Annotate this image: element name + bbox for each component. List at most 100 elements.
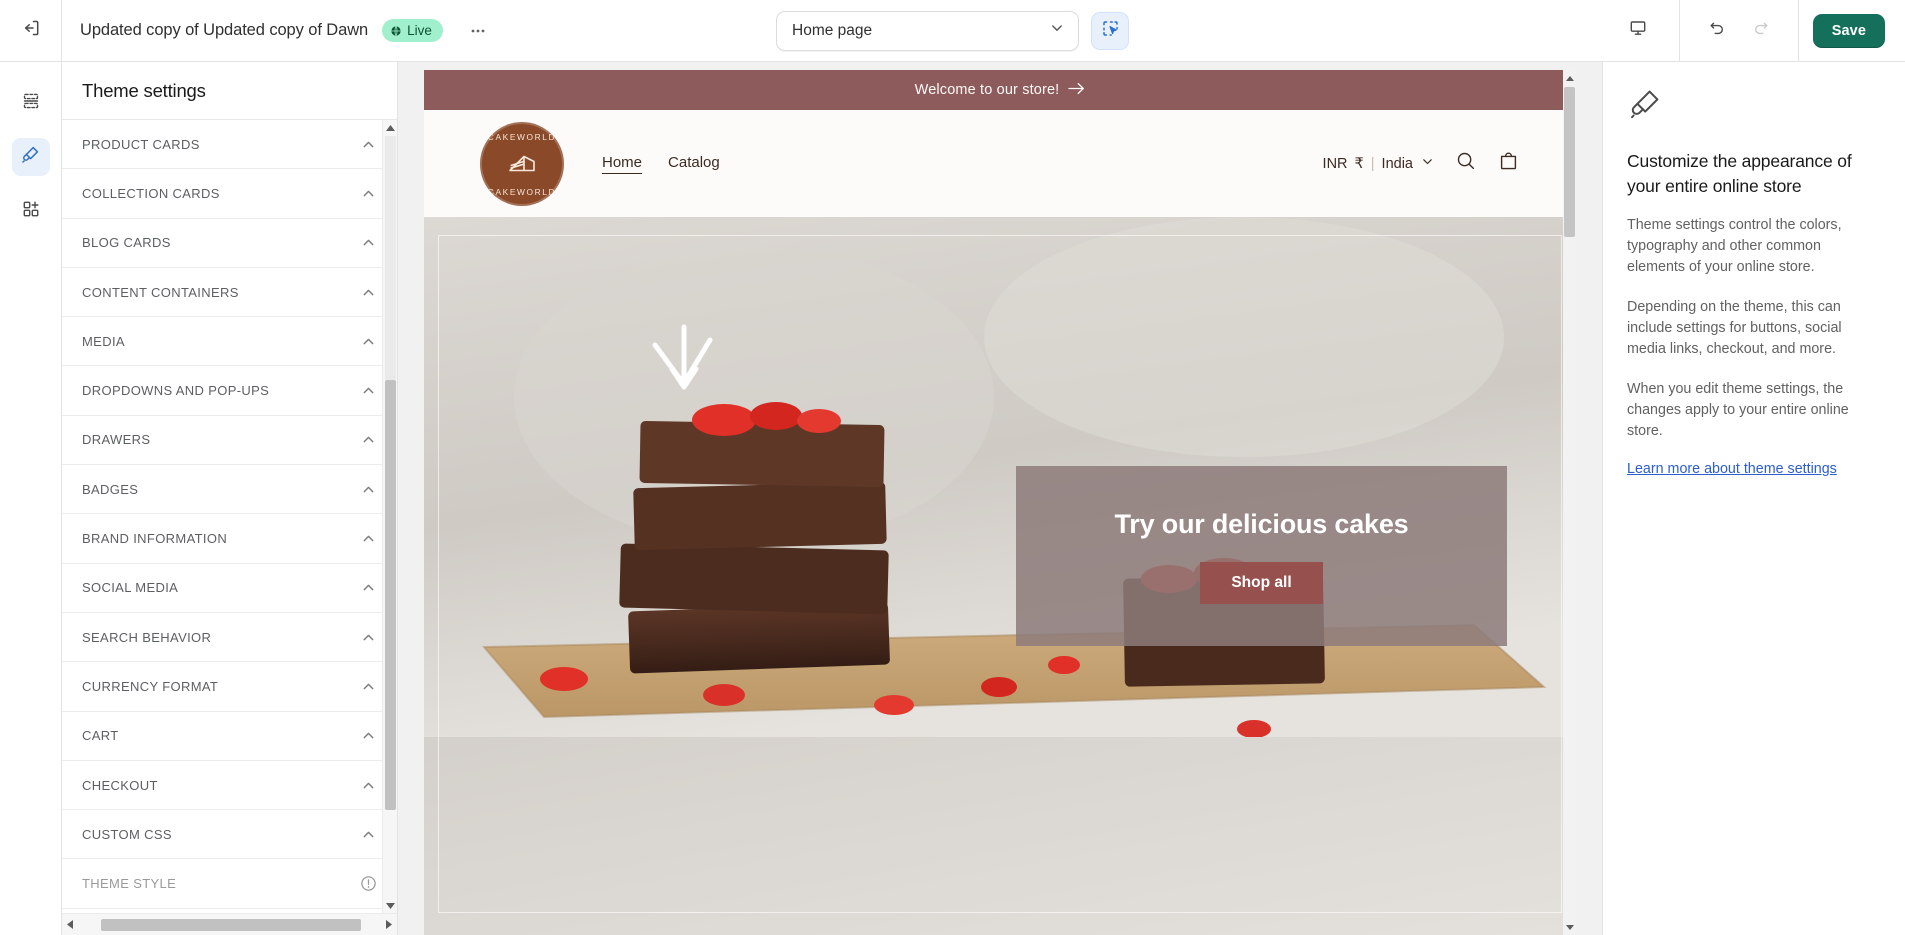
chevron-up-icon <box>360 777 377 794</box>
store-preview-area: Welcome to our store! CAKEWORLD CAKEWORL… <box>398 62 1602 935</box>
desktop-preview-button[interactable] <box>1619 14 1657 48</box>
inspector-select-button[interactable] <box>1091 11 1129 50</box>
settings-horizontal-scrollbar[interactable] <box>62 913 397 935</box>
rail-item-apps[interactable] <box>12 192 50 230</box>
preview-vertical-scrollbar[interactable] <box>1563 70 1576 935</box>
chevron-up-icon <box>360 382 377 399</box>
settings-hscroll-thumb[interactable] <box>101 918 361 931</box>
settings-hscroll-track[interactable] <box>79 914 380 935</box>
settings-row-label: BLOG CARDS <box>82 235 171 251</box>
paintbrush-icon <box>1627 86 1881 127</box>
info-panel-paragraph-2: Depending on the theme, this can include… <box>1627 299 1842 357</box>
settings-row-badges[interactable]: BADGES <box>62 465 397 515</box>
settings-row-label: DRAWERS <box>82 432 151 448</box>
settings-row-theme-style[interactable]: THEME STYLE <box>62 859 397 909</box>
page-title: Theme settings <box>82 79 206 101</box>
settings-row-label: THEME STYLE <box>82 876 177 892</box>
settings-row-social-media[interactable]: SOCIAL MEDIA <box>62 563 397 613</box>
preview-scroll-thumb[interactable] <box>1564 87 1575 237</box>
announcement-bar[interactable]: Welcome to our store! <box>424 70 1576 110</box>
undo-button[interactable] <box>1698 14 1736 48</box>
theme-settings-list[interactable]: PRODUCT CARDS COLLECTION CARDS BLOG CARDS C… <box>62 120 397 935</box>
settings-row-label: SEARCH BEHAVIOR <box>82 629 212 645</box>
cake-slice-icon <box>505 150 539 178</box>
logo-text-bottom: CAKEWORLD <box>487 186 557 197</box>
history-group <box>1680 14 1798 48</box>
settings-row-label: PRODUCT CARDS <box>82 136 200 152</box>
settings-row-collection-cards[interactable]: COLLECTION CARDS <box>62 169 397 219</box>
settings-row-product-cards[interactable]: PRODUCT CARDS <box>62 120 397 170</box>
settings-row-label: CONTENT CONTAINERS <box>82 284 239 300</box>
settings-vertical-scrollbar[interactable] <box>382 120 397 913</box>
settings-row-brand-information[interactable]: BRAND INFORMATION <box>62 514 397 564</box>
chevron-up-icon <box>360 530 377 547</box>
info-circle-icon[interactable] <box>360 875 377 892</box>
rail-item-sections[interactable] <box>12 84 50 122</box>
cart-button[interactable] <box>1497 150 1520 178</box>
redo-button[interactable] <box>1742 14 1780 48</box>
nav-link-home[interactable]: Home <box>602 154 643 174</box>
chevron-up-icon <box>360 234 377 251</box>
settings-row-label: BADGES <box>82 481 139 497</box>
save-button-wrap: Save <box>1799 13 1905 48</box>
chevron-up-icon <box>360 579 377 596</box>
settings-row-currency-format[interactable]: CURRENCY FORMAT <box>62 662 397 712</box>
currency-selector[interactable]: INR ₹ | India <box>1323 154 1435 173</box>
preview-scroll-down-arrow[interactable] <box>1563 920 1576 933</box>
editor-body: Theme settings PRODUCT CARDS COLLECTION C… <box>0 62 1905 935</box>
scroll-up-arrow[interactable] <box>383 120 398 136</box>
sections-icon <box>21 91 41 116</box>
scroll-right-arrow[interactable] <box>380 914 397 935</box>
announcement-text: Welcome to our store! <box>914 82 1060 98</box>
preview-scroll-up-arrow[interactable] <box>1563 72 1576 85</box>
cakeworld-logo[interactable]: CAKEWORLD CAKEWORLD <box>480 121 564 206</box>
apps-add-icon <box>21 199 41 224</box>
status-badge: Live <box>382 19 443 42</box>
theme-settings-header: Theme settings <box>62 62 397 120</box>
store-preview-frame[interactable]: Welcome to our store! CAKEWORLD CAKEWORL… <box>424 70 1576 935</box>
exit-icon <box>21 18 41 43</box>
chevron-up-icon <box>360 185 377 202</box>
top-bar-right: Save <box>1597 0 1905 61</box>
exit-editor-button[interactable] <box>0 0 62 61</box>
learn-more-link[interactable]: Learn more about theme settings <box>1627 461 1881 477</box>
rail-item-theme-settings[interactable] <box>11 138 50 176</box>
settings-row-label: CHECKOUT <box>82 777 158 793</box>
settings-row-search-behavior[interactable]: SEARCH BEHAVIOR <box>62 612 397 663</box>
chevron-up-icon <box>360 727 377 744</box>
inspector-select-icon <box>1101 19 1120 43</box>
ellipsis-icon <box>471 29 485 32</box>
arrow-right-icon <box>1068 82 1085 99</box>
chevron-down-icon <box>1048 19 1066 42</box>
theme-more-actions-button[interactable] <box>461 16 495 46</box>
nav-link-catalog[interactable]: Catalog <box>668 154 720 174</box>
settings-row-blog-cards[interactable]: BLOG CARDS <box>62 218 397 268</box>
hero-overlay-card: Try our delicious cakes Shop all <box>1016 466 1507 646</box>
settings-row-label: COLLECTION CARDS <box>82 185 220 201</box>
settings-scroll-thumb[interactable] <box>385 380 396 810</box>
settings-row-drawers[interactable]: DRAWERS <box>62 415 397 466</box>
info-panel-paragraph-3: When you edit theme settings, the change… <box>1627 381 1849 439</box>
save-button[interactable]: Save <box>1812 13 1885 48</box>
shop-all-button[interactable]: Shop all <box>1200 561 1323 604</box>
settings-row-label: CURRENCY FORMAT <box>82 678 219 694</box>
search-button[interactable] <box>1455 150 1477 177</box>
settings-row-media[interactable]: MEDIA <box>62 317 397 367</box>
device-preview-group <box>1597 14 1679 48</box>
chevron-up-icon <box>360 333 377 350</box>
chevron-up-icon <box>360 826 377 843</box>
settings-row-content-containers[interactable]: CONTENT CONTAINERS <box>62 267 397 318</box>
chevron-up-icon <box>360 481 377 498</box>
settings-scroll-track-top[interactable] <box>385 136 396 380</box>
scroll-down-arrow[interactable] <box>383 897 398 913</box>
scroll-left-arrow[interactable] <box>62 914 79 935</box>
settings-row-custom-css[interactable]: CUSTOM CSS <box>62 810 397 860</box>
theme-settings-panel: Theme settings PRODUCT CARDS COLLECTION C… <box>62 62 398 935</box>
settings-row-checkout[interactable]: CHECKOUT <box>62 760 397 811</box>
store-header: CAKEWORLD CAKEWORLD Home Catalog INR ₹ |… <box>424 110 1576 217</box>
page-selector[interactable]: Home page <box>776 10 1079 51</box>
settings-row-cart[interactable]: CART <box>62 711 397 761</box>
hero-section[interactable]: Try our delicious cakes Shop all <box>424 217 1576 935</box>
settings-row-dropdowns-and-pop-ups[interactable]: DROPDOWNS AND POP-UPS <box>62 366 397 416</box>
theme-settings-info-panel: Customize the appearance of your entire … <box>1602 62 1905 935</box>
